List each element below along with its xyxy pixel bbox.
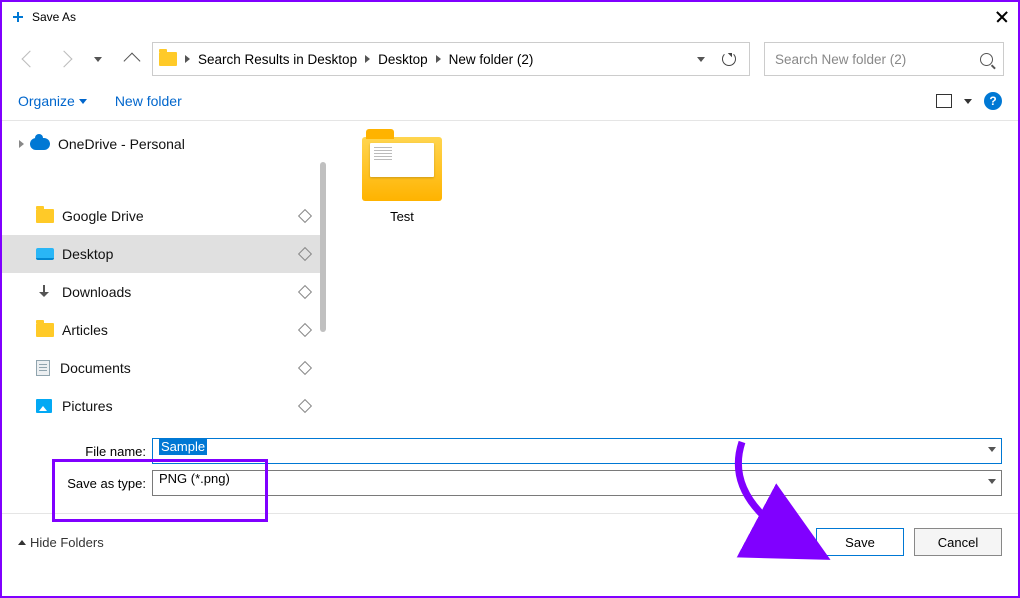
- sidebar-item-label: Google Drive: [62, 208, 144, 224]
- address-dropdown[interactable]: [687, 43, 715, 75]
- pin-icon: [298, 247, 312, 261]
- sidebar-item-documents[interactable]: Documents: [2, 349, 322, 387]
- chevron-up-icon: [18, 540, 26, 545]
- window-title: Save As: [32, 10, 994, 24]
- sidebar-item-label: Articles: [62, 322, 108, 338]
- sidebar-item-pictures[interactable]: Pictures: [2, 387, 322, 425]
- chevron-right-icon: [436, 55, 441, 63]
- sidebar-item-onedrive[interactable]: OneDrive - Personal: [2, 125, 322, 163]
- recent-dropdown[interactable]: [84, 45, 112, 73]
- sidebar-item-label: OneDrive - Personal: [58, 136, 185, 152]
- save-fields: File name: Sample Save as type: PNG (*.p…: [2, 431, 1018, 507]
- folder-icon: [36, 209, 54, 223]
- new-folder-label: New folder: [115, 93, 182, 109]
- download-icon: [36, 285, 52, 299]
- sidebar: OneDrive - Personal Google Drive Desktop…: [2, 121, 322, 431]
- sidebar-item-label: Downloads: [62, 284, 131, 300]
- search-input[interactable]: [775, 52, 980, 67]
- toolbar: Organize New folder ?: [2, 86, 1018, 121]
- folder-label: Test: [352, 209, 452, 224]
- view-button[interactable]: [936, 94, 952, 108]
- sidebar-item-label: Desktop: [62, 246, 113, 262]
- scrollbar[interactable]: [320, 162, 326, 332]
- hide-folders-label: Hide Folders: [30, 535, 104, 550]
- cancel-button[interactable]: Cancel: [914, 528, 1002, 556]
- pin-icon: [298, 285, 312, 299]
- body-area: OneDrive - Personal Google Drive Desktop…: [2, 121, 1018, 431]
- breadcrumb-item[interactable]: New folder (2): [445, 52, 538, 67]
- chevron-right-icon: [365, 55, 370, 63]
- breadcrumb-item[interactable]: Desktop: [374, 52, 432, 67]
- type-value: PNG (*.png): [159, 471, 230, 486]
- folder-icon: [362, 137, 442, 201]
- view-dropdown[interactable]: [964, 99, 972, 104]
- sidebar-item-downloads[interactable]: Downloads: [2, 273, 322, 311]
- save-button[interactable]: Save: [816, 528, 904, 556]
- up-button[interactable]: [118, 45, 146, 73]
- navigation-bar: Search Results in Desktop Desktop New fo…: [2, 32, 1018, 86]
- chevron-down-icon: [79, 99, 87, 104]
- pin-icon: [298, 361, 312, 375]
- breadcrumb-item[interactable]: Search Results in Desktop: [194, 52, 361, 67]
- search-icon: [980, 53, 993, 66]
- sidebar-item-desktop[interactable]: Desktop: [2, 235, 322, 273]
- filename-value: Sample: [159, 438, 207, 455]
- sidebar-item-google-drive[interactable]: Google Drive: [2, 197, 322, 235]
- pin-icon: [298, 209, 312, 223]
- pictures-icon: [36, 399, 52, 413]
- app-icon: [10, 9, 26, 25]
- desktop-icon: [36, 248, 54, 260]
- sidebar-item-articles[interactable]: Articles: [2, 311, 322, 349]
- chevron-right-icon: [185, 55, 190, 63]
- address-bar[interactable]: Search Results in Desktop Desktop New fo…: [152, 42, 750, 76]
- type-label: Save as type:: [18, 476, 152, 491]
- sidebar-item-label: Documents: [60, 360, 131, 376]
- organize-menu[interactable]: Organize: [18, 93, 87, 109]
- new-folder-button[interactable]: New folder: [115, 93, 182, 109]
- type-select[interactable]: PNG (*.png): [152, 470, 1002, 496]
- folder-icon: [36, 323, 54, 337]
- refresh-button[interactable]: [715, 43, 743, 75]
- action-bar: Hide Folders Save Cancel: [2, 513, 1018, 568]
- close-button[interactable]: [994, 9, 1010, 25]
- content-area[interactable]: Test: [322, 121, 1018, 431]
- chevron-down-icon[interactable]: [988, 479, 996, 484]
- back-button[interactable]: [16, 45, 44, 73]
- forward-button[interactable]: [50, 45, 78, 73]
- search-box[interactable]: [764, 42, 1004, 76]
- cloud-icon: [30, 138, 50, 150]
- filename-input[interactable]: Sample: [152, 438, 1002, 464]
- hide-folders-toggle[interactable]: Hide Folders: [18, 535, 104, 550]
- pin-icon: [298, 323, 312, 337]
- titlebar: Save As: [2, 2, 1018, 32]
- chevron-down-icon[interactable]: [988, 447, 996, 452]
- document-icon: [36, 360, 50, 376]
- filename-label: File name:: [18, 444, 152, 459]
- pin-icon: [298, 399, 312, 413]
- sidebar-item-label: Pictures: [62, 398, 113, 414]
- folder-icon: [159, 52, 177, 66]
- help-button[interactable]: ?: [984, 92, 1002, 110]
- organize-label: Organize: [18, 93, 75, 109]
- folder-item-test[interactable]: Test: [352, 137, 452, 224]
